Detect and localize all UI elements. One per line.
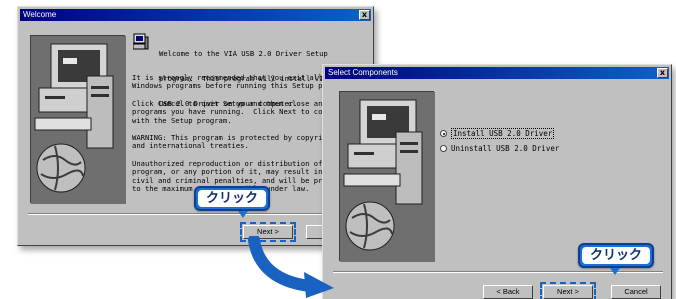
radio-button[interactable] [440,145,447,152]
click-callout-label: クリック [582,247,651,264]
install-driver-option[interactable]: Install USB 2.0 Driver [440,128,555,139]
setup-side-image [339,91,435,262]
radio-button[interactable] [440,130,447,137]
welcome-paragraph: Click Cancel to quit Setup and then clos… [132,99,323,125]
computer-globe-illustration [340,92,435,262]
welcome-dialog: Welcome x Welcome to the VIA USB 2.0 Dri… [17,6,374,246]
callout-tail [238,211,248,218]
select-components-close-button[interactable]: x [657,68,668,78]
click-callout-second: クリック [578,243,655,275]
install-driver-label: Install USB 2.0 Driver [451,128,555,139]
welcome-title: Welcome [23,10,57,19]
click-callout-first: クリック [194,186,271,218]
welcome-paragraph: WARNING: This program is protected by co… [132,133,323,151]
welcome-close-button[interactable]: x [359,10,370,20]
uninstall-driver-label: Uninstall USB 2.0 Driver [451,144,560,153]
back-button[interactable]: < Back [483,285,533,299]
setup-computer-icon [133,33,149,50]
select-components-next-button[interactable]: Next > [540,282,596,299]
welcome-separator [28,213,365,215]
uninstall-driver-option[interactable]: Uninstall USB 2.0 Driver [440,144,559,154]
computer-globe-illustration [31,36,126,204]
select-components-titlebar[interactable]: Select Components x [325,67,669,79]
click-callout-label: クリック [198,190,267,207]
welcome-intro-line: Welcome to the VIA USB 2.0 Driver Setup [159,48,328,58]
next-step-arrow-icon [248,236,334,298]
welcome-paragraph: It is strongly recommended that you exit… [132,73,323,91]
callout-tail [610,268,620,275]
select-components-cancel-button[interactable]: Cancel [611,285,661,299]
welcome-titlebar[interactable]: Welcome x [20,9,371,21]
setup-side-image [30,35,126,204]
select-components-title: Select Components [328,68,398,77]
